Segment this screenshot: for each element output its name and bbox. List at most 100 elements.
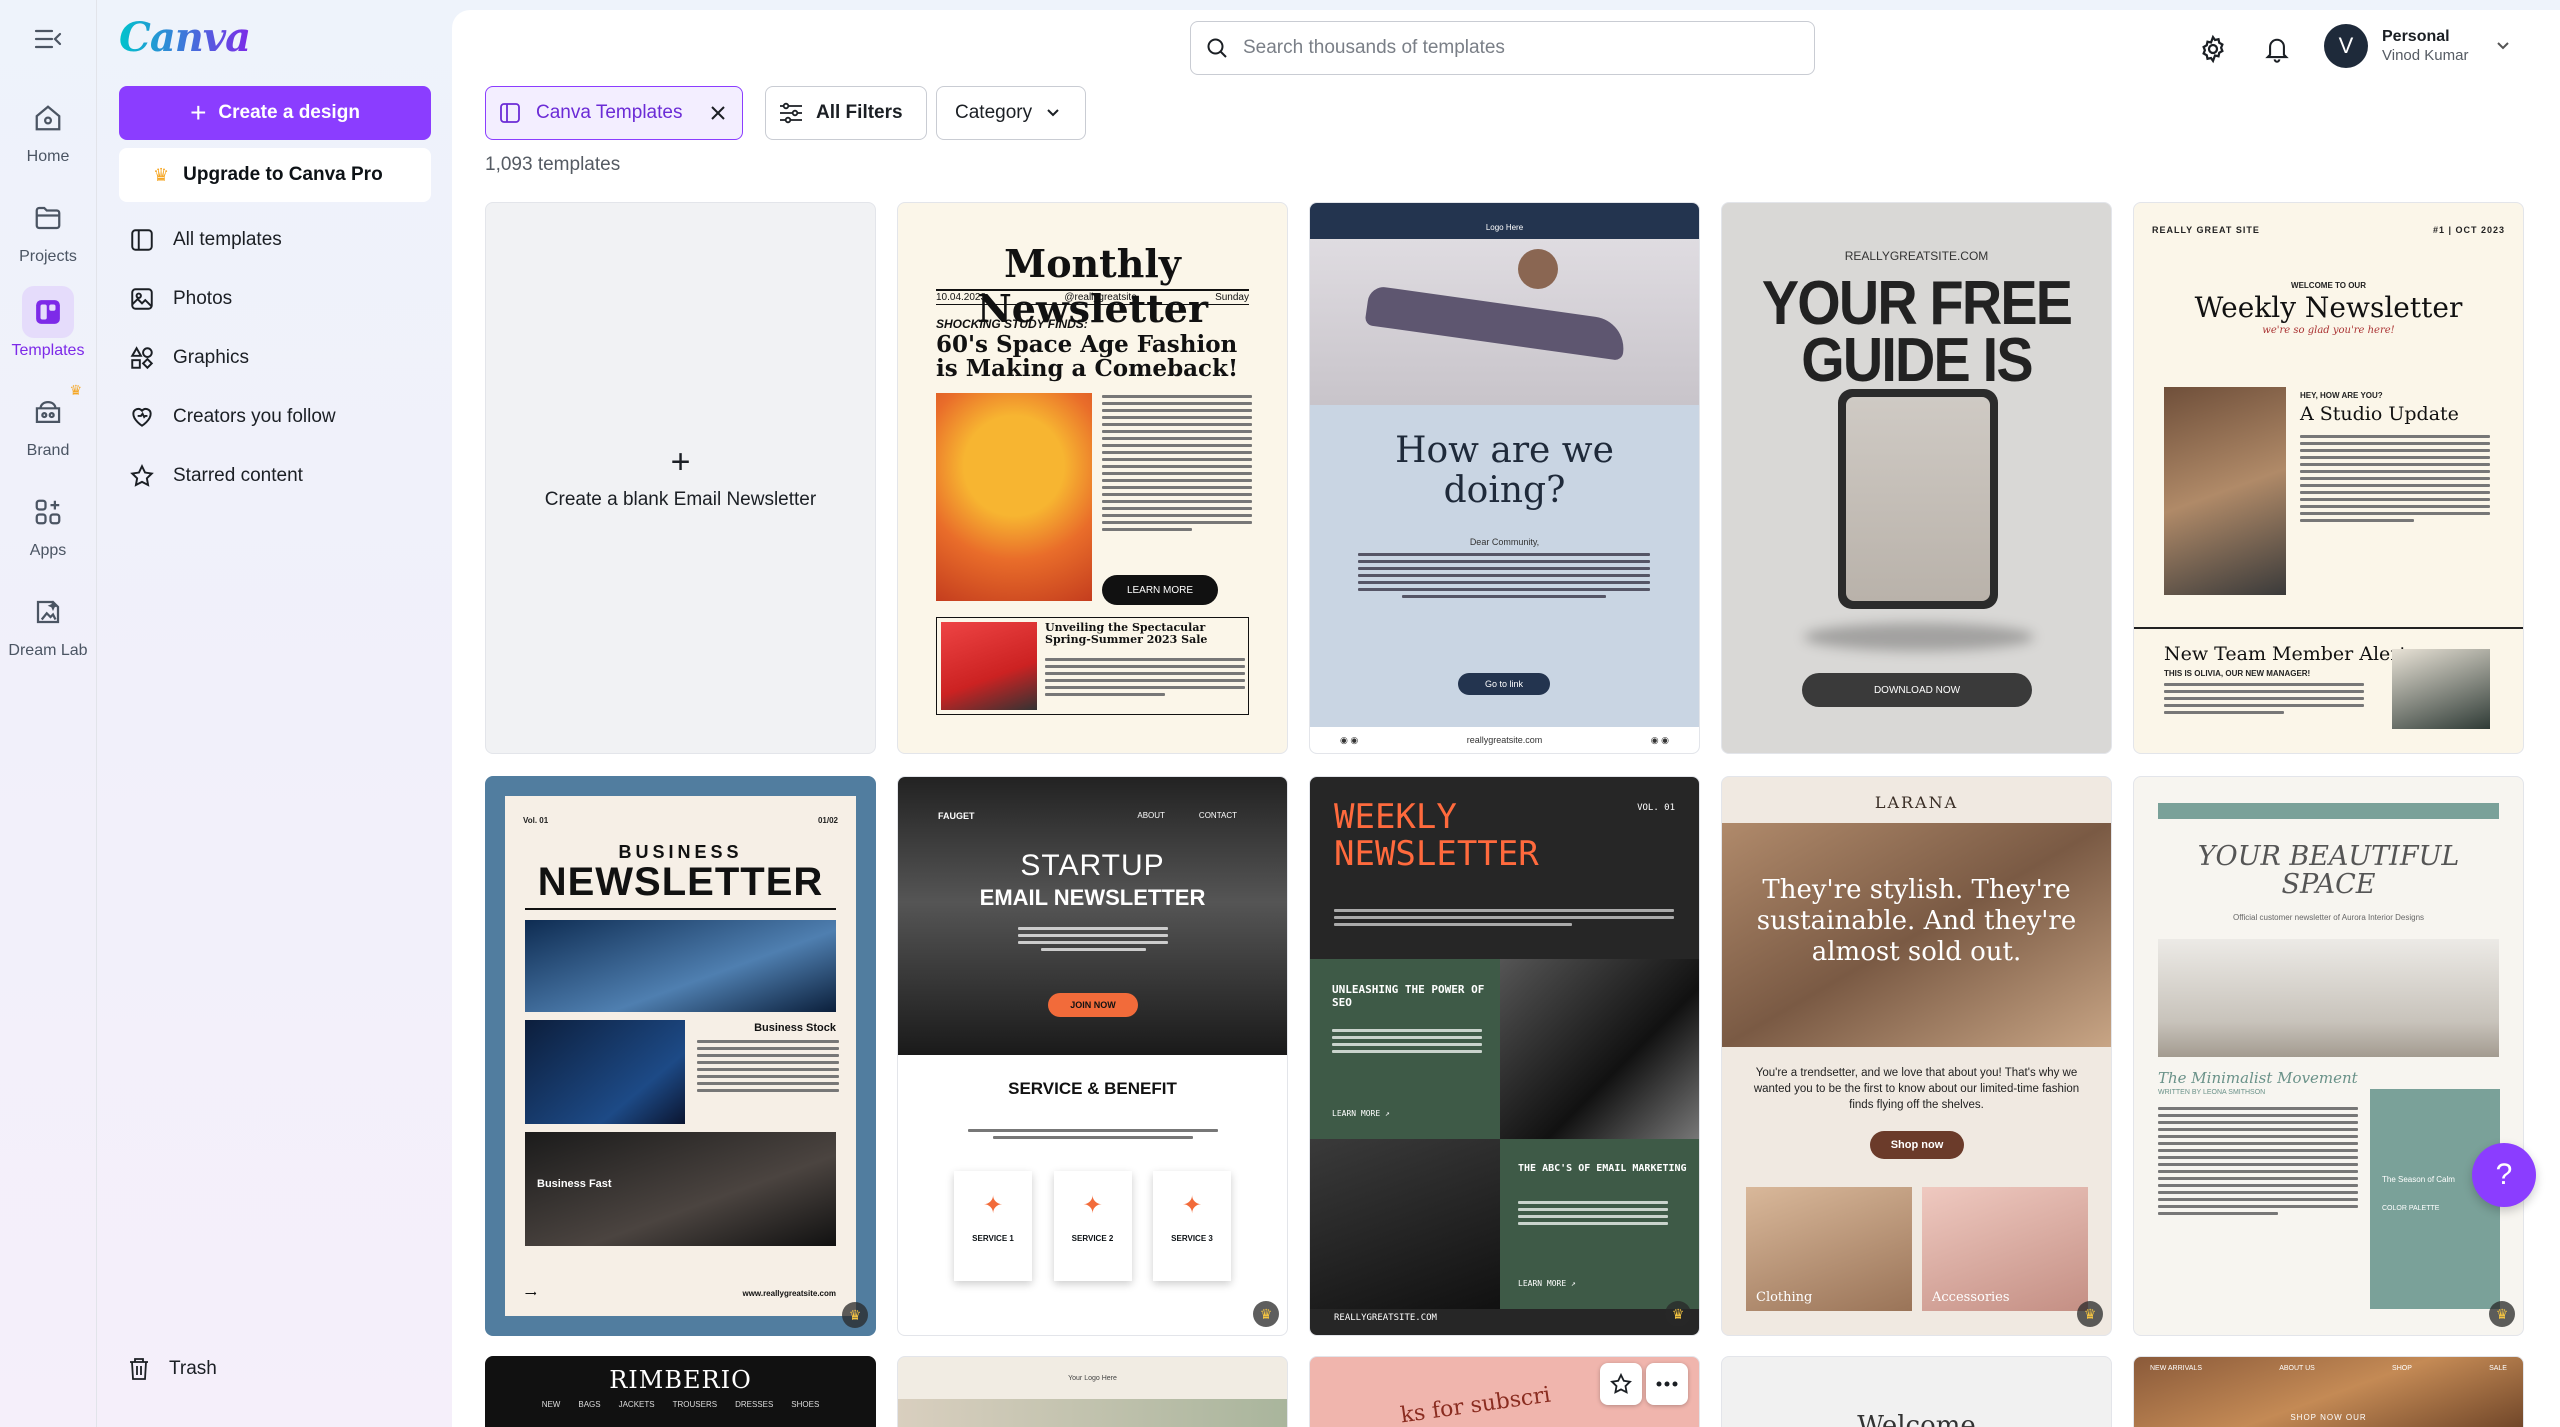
- chevron-down-icon: [1047, 109, 1059, 117]
- template-card[interactable]: NEW ARRIVALS ABOUT US SHOP SALE SHOP NOW…: [2133, 1356, 2524, 1427]
- bell-icon: [2265, 38, 2289, 63]
- template-nav: ABOUT US: [2279, 1365, 2315, 1372]
- all-filters-button[interactable]: All Filters: [765, 86, 927, 140]
- all-filters-label: All Filters: [816, 102, 903, 123]
- create-design-button[interactable]: + Create a design: [119, 86, 431, 140]
- template-card[interactable]: REALLYGREATSITE.COM YOUR FREE GUIDE IS H…: [1721, 202, 2112, 754]
- template-count: 1,093 templates: [485, 154, 621, 175]
- rail-item-brand[interactable]: ♛ Brand: [0, 382, 96, 460]
- template-card[interactable]: Welcome: [1721, 1356, 2112, 1427]
- template-card[interactable]: Your Logo Here: [897, 1356, 1288, 1427]
- gear-icon: [2202, 34, 2224, 64]
- templates-icon: [500, 103, 520, 123]
- template-side: The Season of Calm: [2382, 1175, 2455, 1184]
- nav-label: Creators you follow: [173, 405, 336, 427]
- brand-icon: [35, 401, 61, 423]
- canva-logo[interactable]: Canva: [119, 14, 251, 61]
- template-site: REALLY GREAT SITE: [2152, 225, 2260, 235]
- template-card[interactable]: WEEKLY NEWSLETTER VOL. 01 UNLEASHING THE…: [1309, 776, 1700, 1336]
- collapse-sidebar-button[interactable]: [28, 22, 68, 56]
- collapse-icon: [34, 29, 62, 49]
- template-section: SERVICE & BENEFIT: [1008, 1079, 1177, 1098]
- nav-item-graphics[interactable]: Graphics: [119, 328, 431, 387]
- crown-icon: ♛: [69, 382, 82, 398]
- settings-button[interactable]: [2192, 28, 2234, 70]
- template-brand: FAUGET: [938, 811, 975, 821]
- create-blank-card[interactable]: + Create a blank Email Newsletter: [485, 202, 876, 754]
- all-templates-icon: [131, 228, 153, 251]
- template-nav: BAGS: [578, 1400, 601, 1409]
- side-panel: Canva + Create a design ♛ Upgrade to Can…: [96, 0, 450, 1427]
- nav-item-creators[interactable]: Creators you follow: [119, 387, 431, 446]
- templates-icon: [36, 300, 60, 324]
- template-card[interactable]: Vol. 01 01/02 BUSINESS NEWSLETTER Busines…: [485, 776, 876, 1336]
- template-card[interactable]: ks for subscri: [1309, 1356, 1700, 1427]
- notifications-button[interactable]: [2256, 28, 2298, 70]
- category-dropdown[interactable]: Category: [936, 86, 1086, 140]
- template-title: NEWSLETTER: [1334, 834, 1539, 875]
- upgrade-button[interactable]: ♛ Upgrade to Canva Pro: [119, 148, 431, 202]
- close-icon[interactable]: [710, 105, 726, 121]
- template-footer: reallygreatsite.com: [1466, 735, 1543, 745]
- template-card[interactable]: Logo Here How are we doing? Dear Communi…: [1309, 202, 1700, 754]
- rail-item-apps[interactable]: Apps: [0, 486, 96, 560]
- plus-icon: +: [670, 443, 691, 481]
- template-nav: ABOUT: [1137, 811, 1165, 820]
- template-title: Weekly Newsletter: [2194, 291, 2463, 324]
- home-icon: [35, 105, 61, 131]
- account-menu[interactable]: V Personal Vinod Kumar: [2324, 24, 2510, 68]
- template-kicker: SHOCKING STUDY FINDS:: [936, 317, 1088, 331]
- rail-label: Home: [26, 148, 70, 165]
- template-card[interactable]: YOUR BEAUTIFUL SPACE Official customer n…: [2133, 776, 2524, 1336]
- template-photo: [2164, 387, 2286, 595]
- main-content: V Personal Vinod Kumar Canva Templates A…: [452, 10, 2560, 1427]
- template-card[interactable]: RIMBERIO NEW BAGS JACKETS TROUSERS DRESS…: [485, 1356, 876, 1427]
- canva-templates-filter-chip[interactable]: Canva Templates: [485, 86, 743, 140]
- star-icon: [130, 463, 154, 487]
- template-logo: Logo Here: [1310, 203, 1699, 239]
- template-nav: NEW ARRIVALS: [2150, 1365, 2202, 1372]
- nav-label: All templates: [173, 228, 282, 250]
- template-headline: ks for subscri: [1398, 1382, 1553, 1427]
- template-logo: Your Logo Here: [1068, 1375, 1117, 1382]
- nav-label: Starred content: [173, 464, 303, 486]
- template-card[interactable]: LARANA They're stylish. They're sustaina…: [1721, 776, 2112, 1336]
- template-section: Business Stock: [754, 1022, 836, 1034]
- template-cta: DOWNLOAD NOW: [1802, 673, 2032, 707]
- help-button[interactable]: ?: [2472, 1143, 2536, 1207]
- nav-item-all-templates[interactable]: All templates: [119, 210, 431, 269]
- template-cta: LEARN MORE: [1102, 575, 1218, 605]
- template-title: RIMBERIO: [609, 1366, 752, 1394]
- rail-item-home[interactable]: Home: [0, 92, 96, 166]
- rail-item-projects[interactable]: Projects: [0, 192, 96, 266]
- template-photo: [1364, 285, 1628, 361]
- trash-link[interactable]: Trash: [127, 1356, 217, 1382]
- search-icon: [1207, 38, 1227, 58]
- nav-item-starred[interactable]: Starred content: [119, 446, 431, 505]
- avatar: V: [2324, 24, 2368, 68]
- template-hey: HEY, HOW ARE YOU?: [2300, 391, 2383, 400]
- template-tagline: we're so glad you're here!: [2262, 325, 2395, 336]
- more-options-button[interactable]: [1646, 1363, 1688, 1405]
- template-cta: JOIN NOW: [1048, 993, 1138, 1017]
- template-card[interactable]: Monthly Newsletter 10.04.2023 @reallygre…: [897, 202, 1288, 754]
- rail-label: Templates: [11, 342, 85, 359]
- rail-item-templates[interactable]: Templates: [0, 286, 96, 360]
- nav-item-photos[interactable]: Photos: [119, 269, 431, 328]
- search-bar[interactable]: [1190, 21, 1815, 75]
- template-card[interactable]: FAUGET ABOUT CONTACT STARTUP EMAIL NEWSLE…: [897, 776, 1288, 1336]
- search-input[interactable]: [1243, 37, 1783, 59]
- nav-label: Graphics: [173, 346, 250, 368]
- template-section: The Minimalist Movement: [2158, 1069, 2358, 1087]
- graphics-icon: [130, 345, 154, 369]
- rail-label: Brand: [26, 442, 70, 459]
- more-icon: [1656, 1381, 1678, 1387]
- template-card[interactable]: REALLY GREAT SITE #1 | OCT 2023 WELCOME T…: [2133, 202, 2524, 754]
- question-icon: ?: [2495, 1158, 2513, 1191]
- template-photo: [1846, 397, 1990, 601]
- template-service: SERVICE 3: [1171, 1234, 1213, 1243]
- star-template-button[interactable]: [1600, 1363, 1642, 1405]
- create-design-label: Create a design: [218, 102, 360, 123]
- template-alert-sub: THIS IS OLIVIA, OUR NEW MANAGER!: [2164, 669, 2311, 678]
- rail-item-dream-lab[interactable]: Dream Lab: [0, 586, 96, 660]
